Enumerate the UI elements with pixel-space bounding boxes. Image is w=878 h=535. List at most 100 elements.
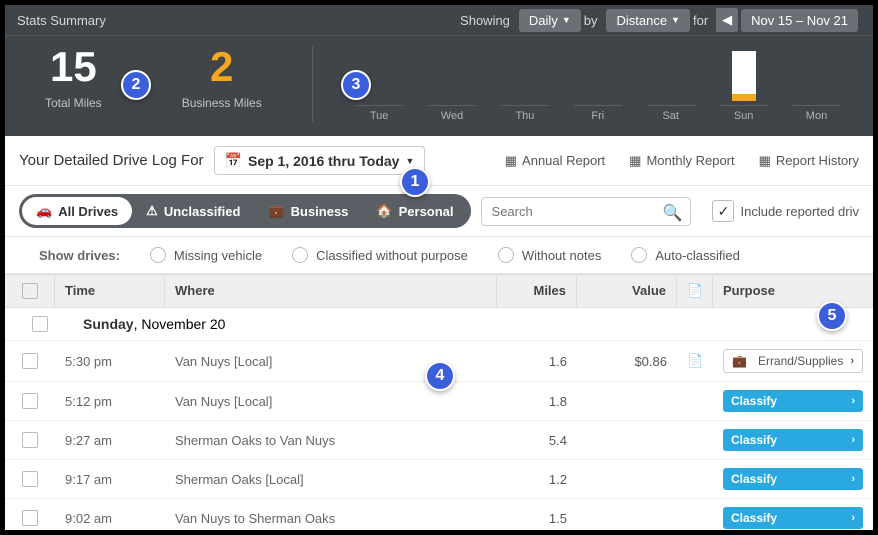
row-checkbox[interactable]: [22, 471, 38, 487]
show-drives-label: Show drives:: [39, 248, 120, 263]
select-day-checkbox[interactable]: [32, 316, 48, 332]
header-doc: 📄: [677, 275, 713, 307]
row-miles: 1.5: [497, 503, 577, 531]
row-where: Van Nuys [Local]: [165, 386, 497, 417]
chart-day-col: Thu: [501, 46, 549, 122]
day-group-row: Sunday, November 20: [5, 308, 873, 341]
report-history-link[interactable]: ▦Report History: [759, 153, 859, 169]
chart-day-label: Wed: [428, 105, 476, 122]
chart-day-col: Sun: [720, 46, 768, 122]
business-miles-stat: 2 Business Miles: [142, 46, 302, 122]
show-drives-filters: Show drives: Missing vehicle Classified …: [5, 237, 873, 274]
detail-label: Your Detailed Drive Log For: [19, 152, 204, 169]
stats-title: Stats Summary: [17, 13, 460, 28]
prev-range-button[interactable]: ◀: [716, 8, 738, 32]
chevron-right-icon: ›: [850, 355, 854, 367]
row-value: [577, 510, 677, 526]
monthly-report-link[interactable]: ▦Monthly Report: [629, 153, 734, 169]
chevron-right-icon: ›: [851, 512, 855, 524]
table-row: 9:17 am Sherman Oaks [Local] 1.2 Classif…: [5, 460, 873, 499]
radio-icon: [631, 247, 647, 263]
annual-report-link[interactable]: ▦Annual Report: [505, 153, 605, 169]
row-checkbox[interactable]: [22, 393, 38, 409]
chart-day-label: Thu: [501, 105, 549, 122]
filter-classified-no-purpose[interactable]: Classified without purpose: [292, 247, 468, 263]
row-checkbox[interactable]: [22, 510, 38, 526]
row-time: 9:02 am: [55, 503, 165, 531]
filter-row: 🚗All Drives ⚠Unclassified 💼Business 🏠Per…: [5, 186, 873, 237]
header-value[interactable]: Value: [577, 275, 677, 307]
purpose-label: Classify: [731, 433, 777, 447]
date-picker-text: Sep 1, 2016 thru Today: [248, 153, 399, 169]
filter-auto-classified[interactable]: Auto-classified: [631, 247, 740, 263]
grid-icon: ▦: [629, 153, 641, 169]
row-where: Sherman Oaks to Van Nuys: [165, 425, 497, 456]
purpose-tag[interactable]: 💼 Errand/Supplies ›: [723, 349, 863, 373]
tab-all-drives[interactable]: 🚗All Drives: [22, 197, 132, 225]
search-input[interactable]: [481, 197, 691, 226]
briefcase-icon: 💼: [732, 354, 747, 368]
row-miles: 5.4: [497, 425, 577, 456]
header-time[interactable]: Time: [55, 275, 165, 307]
date-range-select[interactable]: Nov 15 – Nov 21: [741, 9, 858, 32]
chevron-right-icon: ›: [851, 395, 855, 407]
row-doc-icon: [677, 432, 713, 448]
purpose-label: Classify: [731, 394, 777, 408]
metric-select[interactable]: Distance▼: [606, 9, 690, 32]
filter-without-notes[interactable]: Without notes: [498, 247, 602, 263]
classify-button[interactable]: Classify ›: [723, 390, 863, 412]
include-reported-toggle: ✓ Include reported driv: [712, 200, 859, 222]
radio-icon: [498, 247, 514, 263]
briefcase-icon: 💼: [268, 203, 284, 219]
date-picker[interactable]: 📅 Sep 1, 2016 thru Today ▼: [214, 146, 426, 175]
radio-icon: [150, 247, 166, 263]
header-purpose[interactable]: Purpose: [713, 275, 873, 307]
purpose-label: Errand/Supplies: [758, 354, 843, 368]
classify-button[interactable]: Classify ›: [723, 468, 863, 490]
caret-down-icon: ▼: [671, 15, 680, 25]
chart-day-label: Tue: [355, 105, 403, 122]
row-time: 9:17 am: [55, 464, 165, 495]
purpose-label: Classify: [731, 472, 777, 486]
row-where: Sherman Oaks [Local]: [165, 464, 497, 495]
header-where[interactable]: Where: [165, 275, 497, 307]
warning-icon: ⚠: [146, 203, 158, 219]
period-select[interactable]: Daily▼: [519, 9, 581, 32]
chart-day-label: Sun: [720, 105, 768, 122]
calendar-icon: 📅: [225, 152, 242, 169]
chevron-right-icon: ›: [851, 473, 855, 485]
chart-day-col: Fri: [574, 46, 622, 122]
drive-filter-tabs: 🚗All Drives ⚠Unclassified 💼Business 🏠Per…: [19, 194, 471, 228]
tab-personal[interactable]: 🏠Personal: [362, 197, 467, 225]
stats-header-bar: Stats Summary Showing Daily▼ by Distance…: [5, 5, 873, 35]
header-miles[interactable]: Miles: [497, 275, 577, 307]
total-miles-label: Total Miles: [45, 96, 102, 110]
select-all-checkbox[interactable]: [22, 283, 38, 299]
day-group-label: Sunday, November 20: [83, 316, 225, 332]
classify-button[interactable]: Classify ›: [723, 507, 863, 529]
tab-business[interactable]: 💼Business: [254, 197, 362, 225]
car-icon: 🚗: [36, 203, 52, 219]
classify-button[interactable]: Classify ›: [723, 429, 863, 451]
row-value: [577, 471, 677, 487]
chart-bar: [732, 51, 756, 101]
row-time: 9:27 am: [55, 425, 165, 456]
chart-day-label: Fri: [574, 105, 622, 122]
row-where: Van Nuys to Sherman Oaks: [165, 503, 497, 531]
table-row: 9:02 am Van Nuys to Sherman Oaks 1.5 Cla…: [5, 499, 873, 530]
row-checkbox[interactable]: [22, 432, 38, 448]
callout-badge: 5: [817, 301, 847, 331]
row-value: [577, 393, 677, 409]
caret-down-icon: ▼: [405, 156, 414, 166]
callout-badge: 3: [341, 70, 371, 100]
tab-unclassified[interactable]: ⚠Unclassified: [132, 197, 254, 225]
row-doc-icon: 📄: [677, 345, 713, 377]
showing-label: Showing: [460, 13, 510, 28]
include-reported-checkbox[interactable]: ✓: [712, 200, 734, 222]
business-miles-value: 2: [182, 46, 262, 88]
filter-missing-vehicle[interactable]: Missing vehicle: [150, 247, 262, 263]
total-miles-value: 15: [45, 46, 102, 88]
table-header: Time Where Miles Value 📄 Purpose: [5, 274, 873, 308]
row-checkbox[interactable]: [22, 353, 38, 369]
search-box: 🔍: [481, 197, 691, 226]
